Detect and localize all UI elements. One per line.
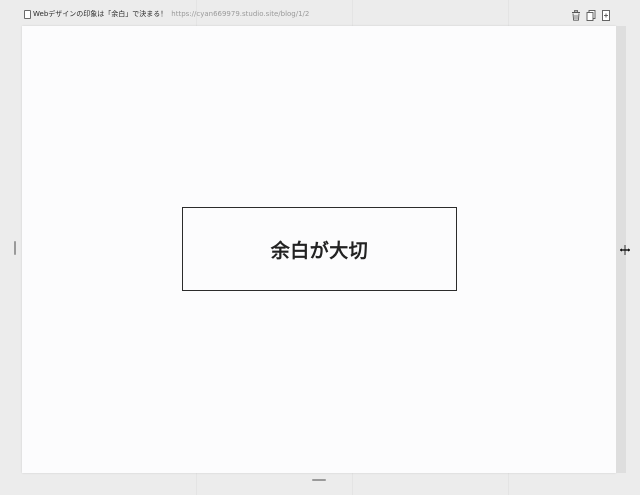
trash-icon[interactable] (570, 9, 581, 21)
heading-text[interactable]: 余白が大切 (271, 236, 369, 263)
copy-page-icon[interactable] (585, 9, 596, 21)
page-title: Webデザインの印象は「余白」で決まる！ (33, 10, 168, 18)
left-resize-handle[interactable] (14, 241, 16, 255)
page-url[interactable]: https://cyan669979.studio.site/blog/1/2 (171, 10, 309, 18)
resize-cursor-icon[interactable] (619, 241, 631, 255)
heading-box[interactable]: 余白が大切 (182, 207, 457, 291)
editor-app: Webデザインの印象は「余白」で決まる！ https://cyan669979.s… (0, 0, 640, 495)
page-title-row: Webデザインの印象は「余白」で決まる！ https://cyan669979.s… (33, 9, 309, 19)
add-page-icon[interactable] (600, 9, 611, 21)
page-header-bar: Webデザインの印象は「余白」で決まる！ https://cyan669979.s… (0, 0, 640, 26)
document-icon (24, 10, 31, 19)
page-canvas[interactable]: 余白が大切 (22, 26, 616, 473)
bottom-resize-handle[interactable] (312, 479, 326, 481)
